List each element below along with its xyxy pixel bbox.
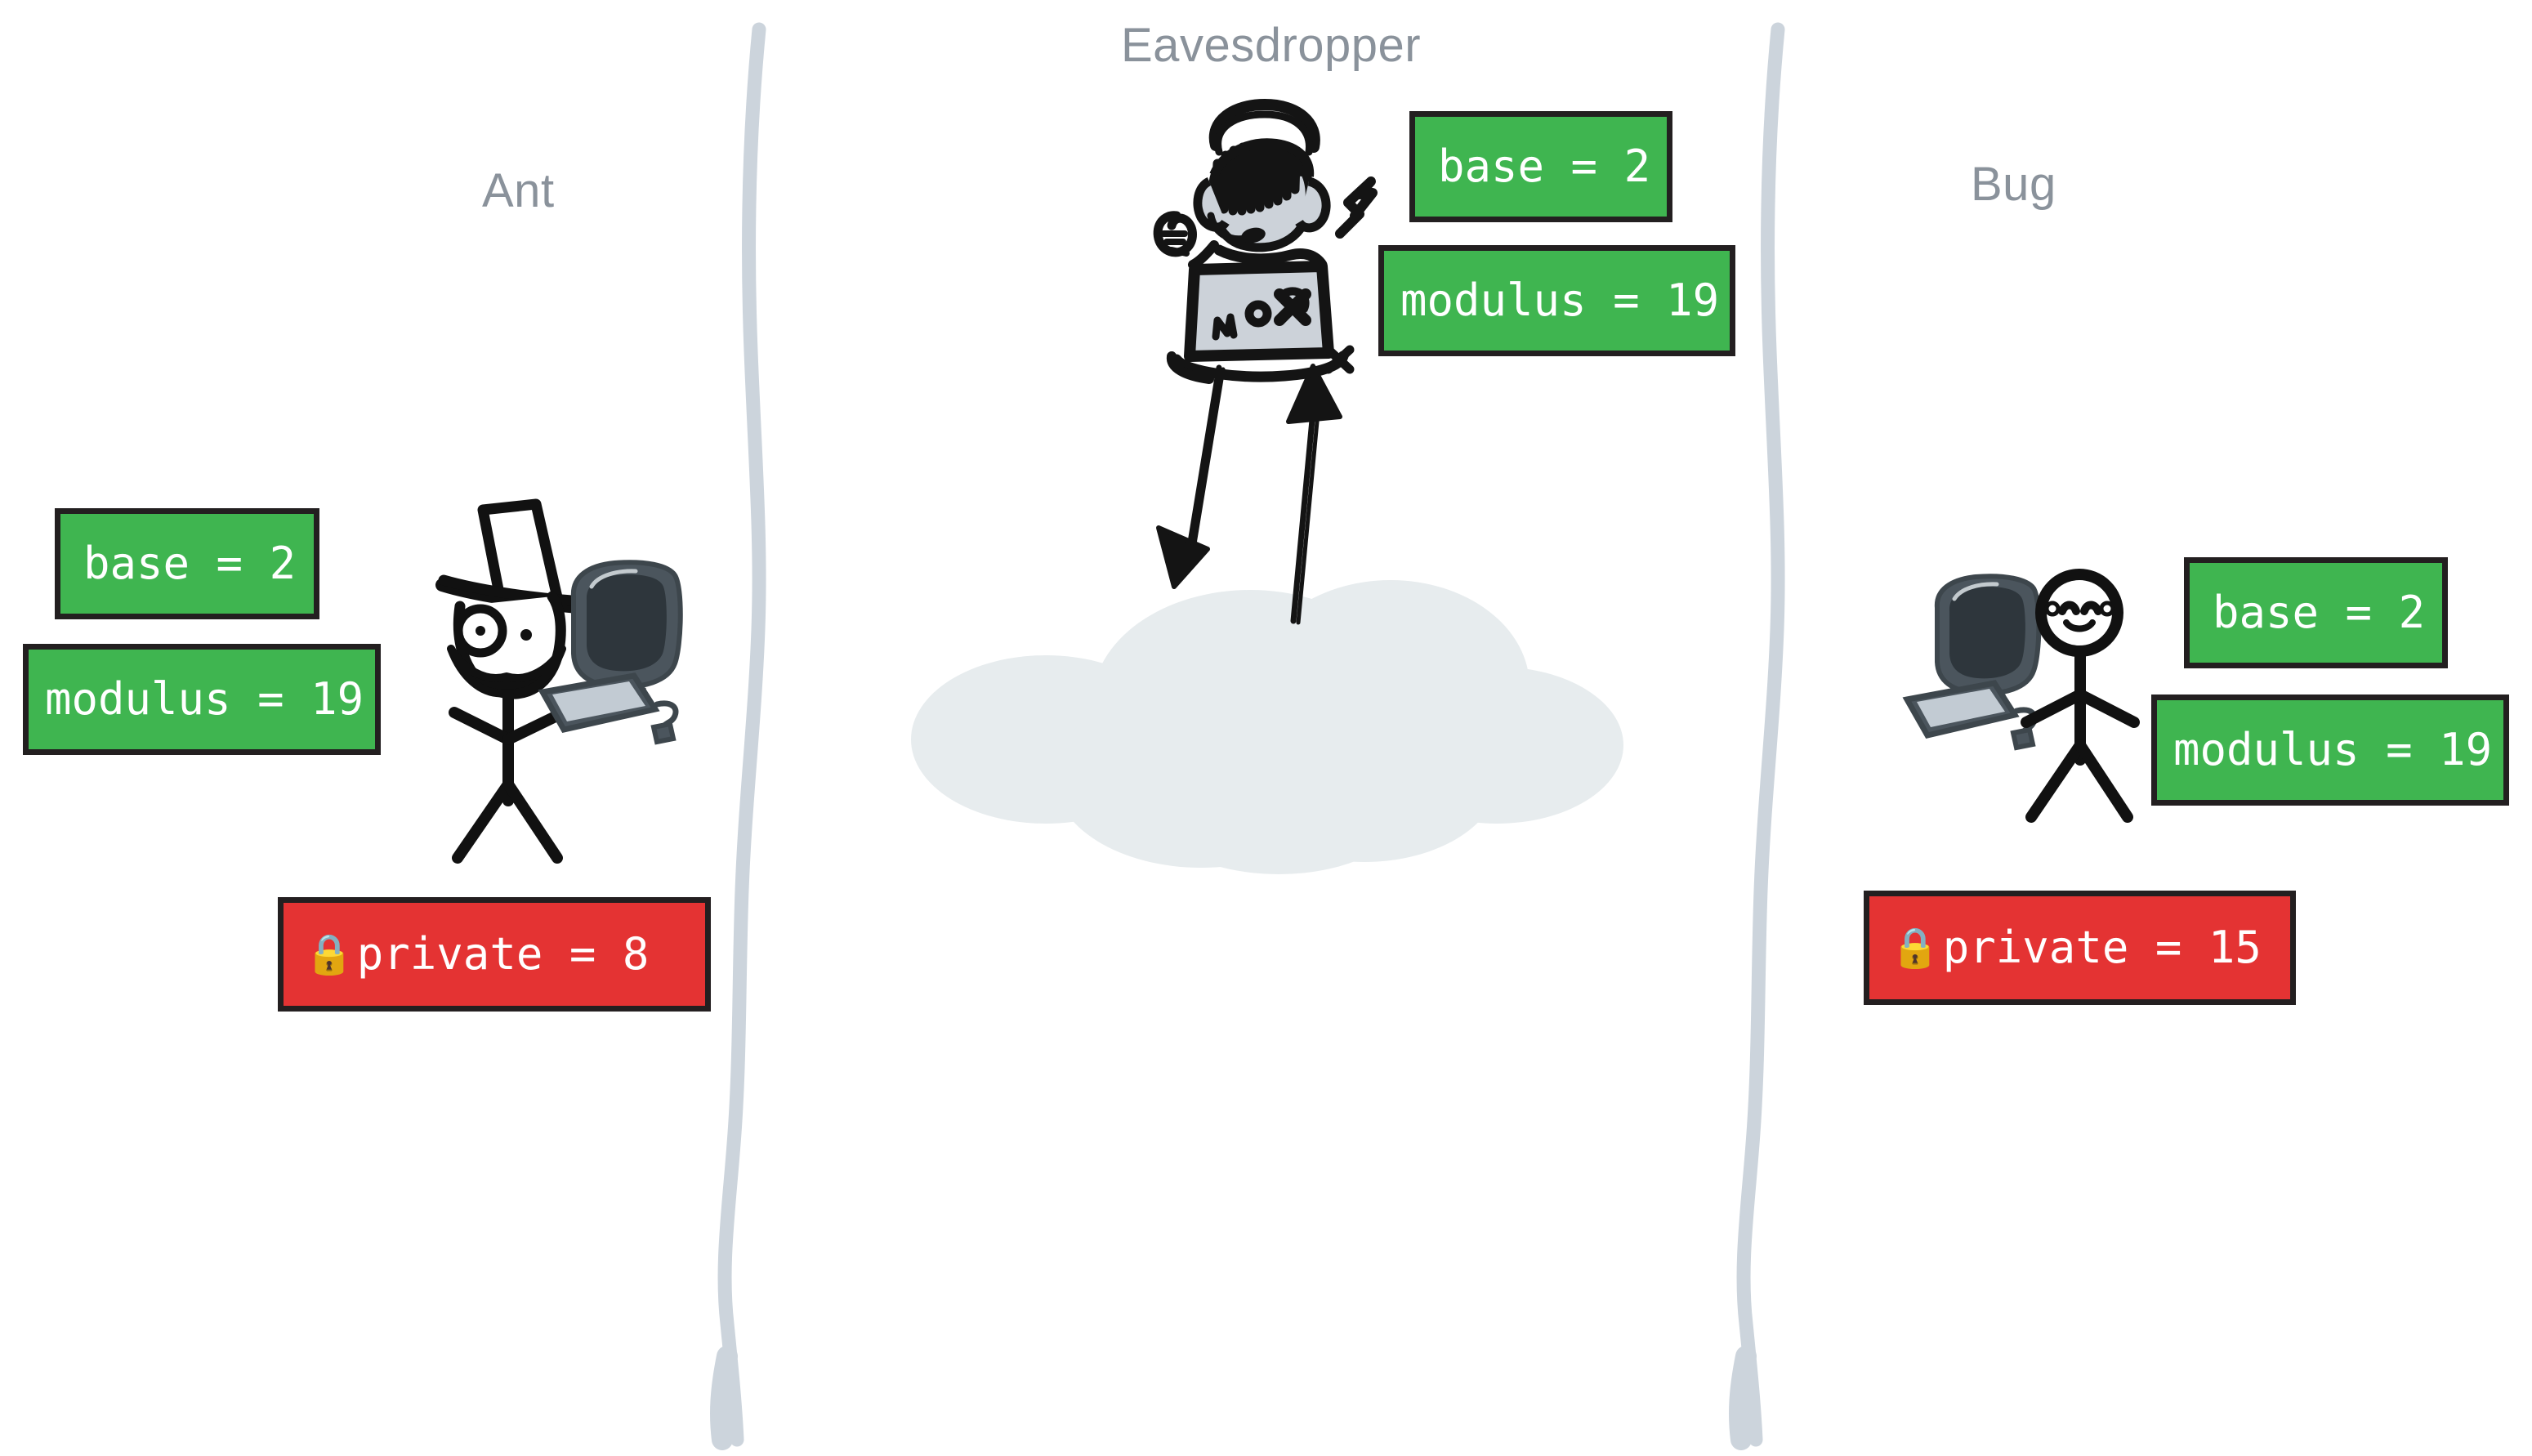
bug-desktop-computer-monitor-keyboard-mouse (1902, 574, 2042, 751)
ant-public-base-box: base = 2 (55, 508, 319, 619)
bug-private-text: private = 15 (1942, 922, 2262, 973)
eavesdropper-public-base-box: base = 2 (1409, 111, 1672, 222)
ant-public-modulus-text: modulus = 19 (45, 673, 364, 725)
ant-stick-figure-with-top-hat-monocle-mustache (435, 498, 593, 864)
party-label-ant: Ant (482, 164, 555, 217)
party-label-eavesdropper: Eavesdropper (1121, 19, 1422, 72)
bug-public-modulus-box: modulus = 19 (2151, 695, 2509, 806)
arrow-up-from-cloud (1286, 364, 1342, 625)
bug-public-base-text: base = 2 (2213, 587, 2426, 638)
divider-foot-right (1729, 1346, 1757, 1450)
bug-public-modulus-text: modulus = 19 (2173, 724, 2493, 775)
lock-icon: 🔒 (305, 931, 354, 977)
eavesdropper-public-modulus-box: modulus = 19 (1378, 245, 1735, 356)
bug-public-base-box: base = 2 (2184, 557, 2448, 668)
eavesdropper-hacker-with-headphones-and-laptop (1153, 98, 1378, 384)
bug-private-box: 🔒 private = 15 (1864, 891, 2296, 1005)
eavesdropper-public-base-text: base = 2 (1438, 141, 1651, 192)
divider-line-left (717, 22, 766, 1447)
bug-stick-figure-smiling (2021, 569, 2140, 823)
divider-line-right (1736, 22, 1785, 1447)
ant-public-base-text: base = 2 (83, 538, 297, 589)
divider-foot-left (710, 1346, 738, 1450)
ant-public-modulus-box: modulus = 19 (23, 644, 381, 755)
ant-private-text: private = 8 (356, 928, 650, 980)
party-label-bug: Bug (1971, 158, 2056, 211)
public-network-cloud (911, 580, 1623, 874)
ant-desktop-computer-monitor-keyboard-mouse (538, 560, 683, 745)
lock-icon: 🔒 (1891, 925, 1940, 971)
diagram-canvas: Ant Eavesdropper Bug base = 2 modulus = … (0, 0, 2532, 1456)
arrow-down-to-cloud (1156, 364, 1226, 589)
eavesdropper-public-modulus-text: modulus = 19 (1400, 275, 1720, 326)
ant-private-box: 🔒 private = 8 (278, 897, 711, 1012)
